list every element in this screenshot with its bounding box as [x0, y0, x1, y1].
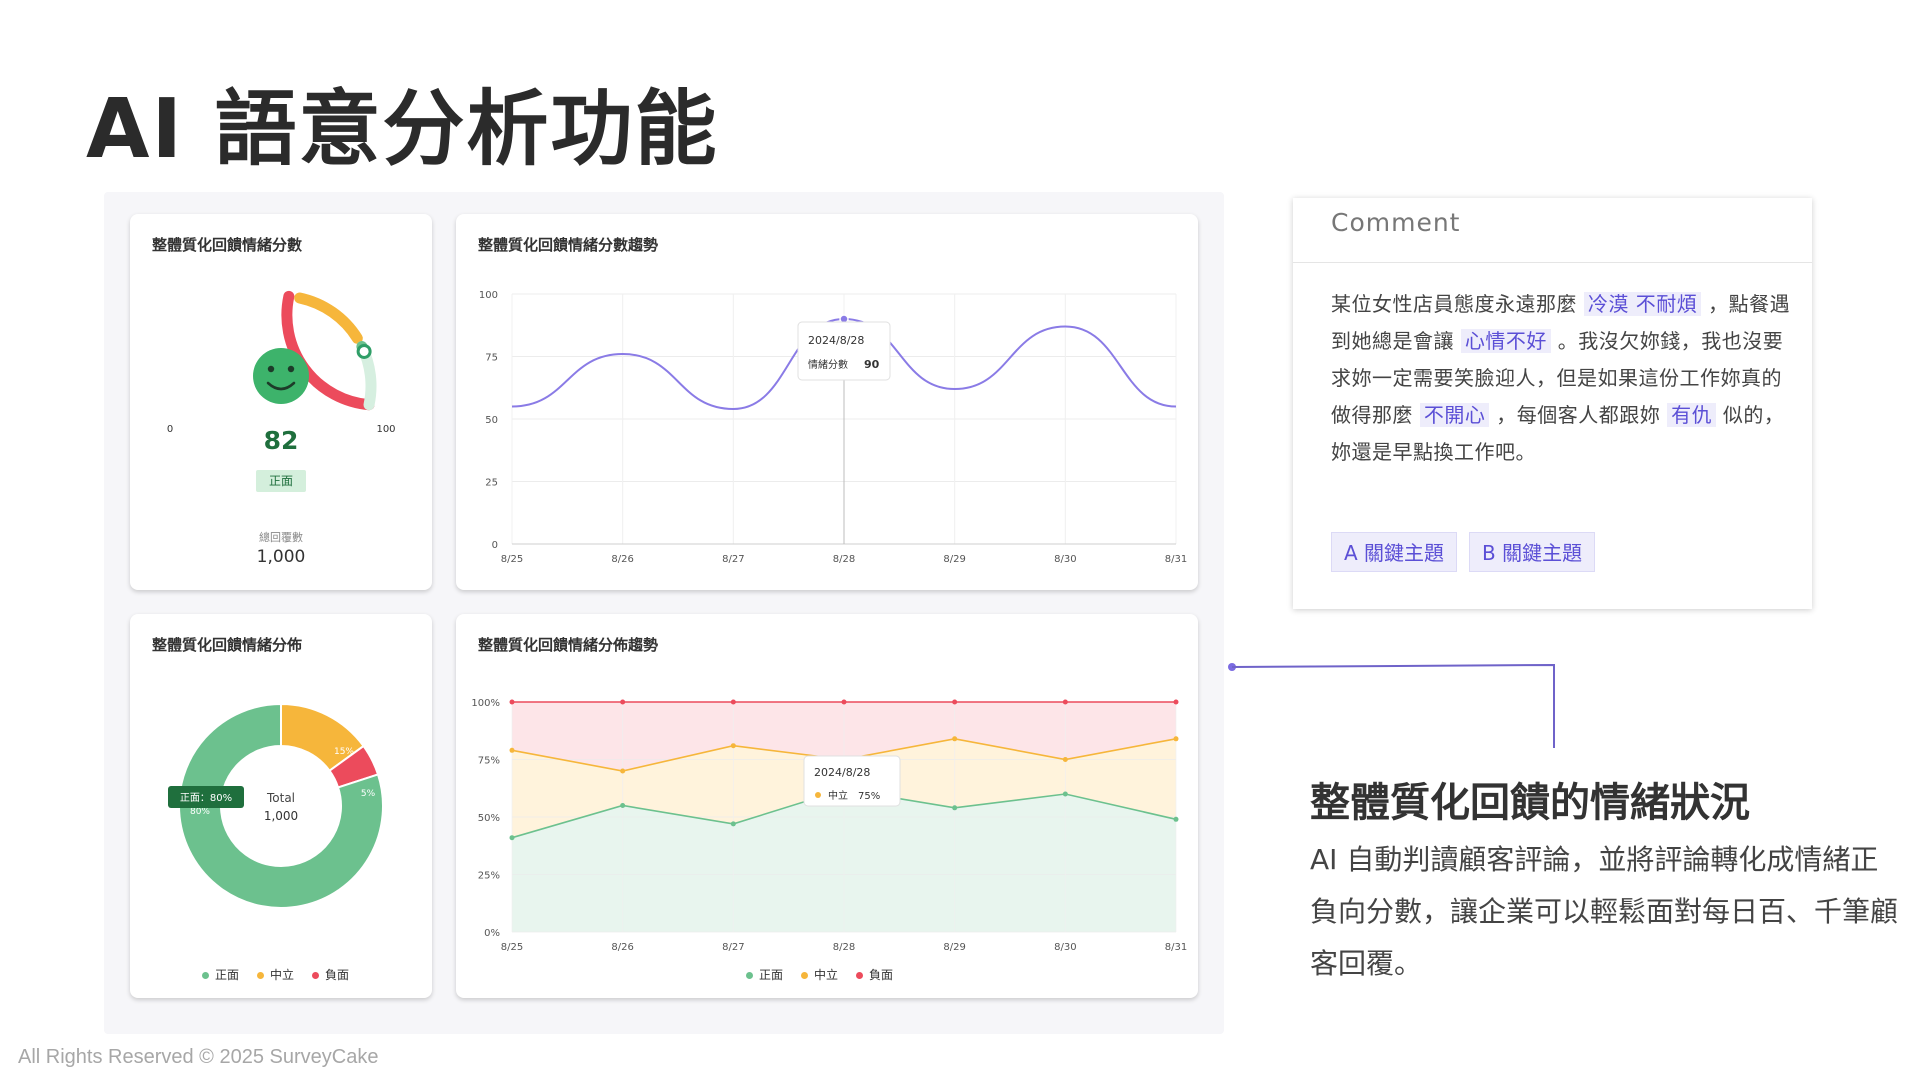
- tag-a-keyword-topic[interactable]: A 關鍵主題: [1331, 532, 1458, 572]
- y-tick-label: 100: [479, 290, 498, 301]
- y-tick-label: 0%: [484, 928, 500, 939]
- donut-label-neutral: 15%: [334, 747, 354, 757]
- x-tick-label: 8/26: [611, 554, 633, 565]
- data-point-neutral: [1062, 757, 1068, 762]
- data-point-neutral: [730, 743, 736, 749]
- y-tick-label: 100%: [471, 698, 500, 709]
- tooltip-box: [797, 321, 891, 381]
- legend-item-positive: 正面: [202, 966, 239, 983]
- section-description: AI 自動判讀顧客評論，並將評論轉化成情緒正負向分數，讓企業可以輕鬆面對每日百、…: [1310, 843, 1899, 980]
- y-tick-label: 75%: [478, 756, 500, 767]
- comment-segment: ，每個客人都跟妳: [1489, 403, 1668, 427]
- legend-item-negative: 負面: [856, 966, 893, 983]
- x-tick-label: 8/29: [943, 554, 965, 565]
- face-left-eye: [267, 365, 275, 373]
- distribution-donut-chart: Total 1,000 15% 5% 80% 正面：80%: [168, 702, 384, 909]
- legend-item-neutral: 中立: [801, 966, 838, 983]
- chart-legend: 正面 中立 負面: [746, 966, 893, 983]
- data-point-neutral: [1173, 736, 1179, 742]
- sentiment-score-card: 整體質化回饋情緒分數 0 100 82 正面 總回覆數 1,000: [130, 214, 432, 590]
- tooltip-box: [803, 755, 901, 807]
- sentiment-distribution-card: 整體質化回饋情緒分佈 Total 1,000 15% 5% 80% 正面：80% 正面 中…: [130, 614, 432, 998]
- x-tick-label: 8/31: [1165, 554, 1187, 565]
- x-tick-label: 8/27: [722, 554, 744, 565]
- tooltip-value: 75%: [858, 791, 880, 802]
- comment-text: 某位女性店員態度永遠那麼 冷漠 不耐煩 ，點餐遇到她總是會讓 心情不好 。我沒欠…: [1331, 286, 1791, 471]
- y-tick-label: 50: [485, 415, 498, 426]
- y-tick-label: 25%: [478, 871, 500, 882]
- distribution-trend-chart: 0% 25% 50% 75% 100% 8/25 8/26 8/27 8/28 8/29 8/30 8…: [471, 698, 1187, 953]
- data-point-positive: [1173, 816, 1179, 822]
- donut-tooltip-text: 正面：80%: [180, 793, 232, 804]
- comment-header: Comment: [1293, 198, 1812, 263]
- donut-center-value: 1,000: [264, 809, 298, 823]
- keyword-tags: A 關鍵主題 B 關鍵主題: [1331, 532, 1596, 572]
- page-title: AI 語意分析功能: [86, 82, 719, 177]
- x-tick-label: 8/25: [501, 554, 523, 565]
- chart-legend: 正面 中立 負面: [202, 966, 349, 983]
- donut-label-negative: 5%: [361, 789, 376, 799]
- x-tick-label: 8/25: [501, 942, 523, 953]
- y-tick-label: 50%: [478, 813, 500, 824]
- gauge-marker: [356, 343, 372, 359]
- y-tick-label: 0: [492, 540, 498, 551]
- data-point-negative: [509, 699, 515, 705]
- legend-item-positive: 正面: [746, 966, 783, 983]
- distribution-trend-card: 整體質化回饋情緒分佈趨勢 0% 25% 50% 75% 100% 8/25 8/26 8/27…: [456, 614, 1198, 998]
- legend-item-negative: 負面: [312, 966, 349, 983]
- comment-segment: 某位女性店員態度永遠那麼: [1331, 292, 1584, 316]
- highlighted-keyword: 心情不好: [1460, 329, 1551, 353]
- face-right-eye: [287, 365, 295, 373]
- highlighted-keyword: 冷漠 不耐煩: [1583, 292, 1702, 316]
- smiley-face-icon: [253, 348, 309, 404]
- total-responses-label: 總回覆數: [259, 531, 303, 544]
- x-tick-label: 8/29: [943, 942, 965, 953]
- data-point-negative: [952, 699, 958, 705]
- donut-label-positive: 80%: [190, 807, 210, 817]
- donut-center-label: Total: [266, 791, 295, 805]
- data-point-neutral: [509, 747, 515, 753]
- legend-item-neutral: 中立: [257, 966, 294, 983]
- data-point-positive: [509, 835, 515, 841]
- status-badge: 正面: [256, 470, 306, 492]
- data-point-neutral: [952, 736, 958, 742]
- y-tick-label: 75: [485, 353, 498, 364]
- x-tick-label: 8/26: [611, 942, 633, 953]
- y-tick-label: 25: [485, 478, 498, 489]
- x-tick-label: 8/30: [1054, 554, 1076, 565]
- data-point-positive: [730, 821, 736, 827]
- highlighted-keyword: 不開心: [1419, 403, 1490, 427]
- tooltip-date: 2024/8/28: [808, 334, 864, 347]
- data-point-negative: [1173, 699, 1179, 705]
- x-tick-label: 8/31: [1165, 942, 1187, 953]
- gauge-segment-neutral: [294, 292, 363, 344]
- copyright-footer: All Rights Reserved © 2025 SurveyCake: [18, 1046, 379, 1068]
- score-trend-chart: 0 25 50 75 100 8/25 8/26 8/27 8/28 8/29 8/30 8/31 20…: [479, 290, 1187, 565]
- data-point-negative: [1062, 699, 1068, 705]
- data-point-negative: [841, 699, 847, 705]
- tag-b-keyword-topic[interactable]: B 關鍵主題: [1469, 532, 1596, 572]
- x-tick-label: 8/30: [1054, 942, 1076, 953]
- data-point-positive: [1062, 791, 1068, 797]
- highlighted-keyword: 有仇: [1667, 403, 1717, 427]
- section-heading: 整體質化回饋的情緒狀況: [1310, 780, 1750, 826]
- data-point-positive: [620, 803, 626, 808]
- data-point-negative: [730, 699, 736, 705]
- dashboard-screenshot: 整體質化回饋情緒分數 0 100 82 正面 總回覆數 1,000 整體質化回饋情…: [104, 192, 1224, 1034]
- data-point-neutral: [620, 768, 626, 774]
- tooltip-dot: [815, 792, 821, 798]
- x-tick-label: 8/28: [833, 942, 855, 953]
- data-point-positive: [952, 805, 958, 811]
- data-point-negative: [620, 699, 626, 705]
- tooltip-value: 90: [864, 358, 880, 371]
- comment-card: Comment 某位女性店員態度永遠那麼 冷漠 不耐煩 ，點餐遇到她總是會讓 心…: [1293, 198, 1812, 609]
- total-responses-value: 1,000: [256, 547, 306, 567]
- x-tick-label: 8/28: [833, 554, 855, 565]
- tooltip-label: 中立: [828, 789, 848, 802]
- tooltip-label: 情緒分數: [808, 358, 848, 371]
- x-tick-label: 8/27: [722, 942, 744, 953]
- score-value: 82: [263, 426, 299, 455]
- tooltip-date: 2024/8/28: [814, 766, 870, 779]
- sentiment-trend-card: 整體質化回饋情緒分數趨勢 0 25 50 75 100 8/25 8/26 8/27 8/28 8…: [456, 214, 1198, 590]
